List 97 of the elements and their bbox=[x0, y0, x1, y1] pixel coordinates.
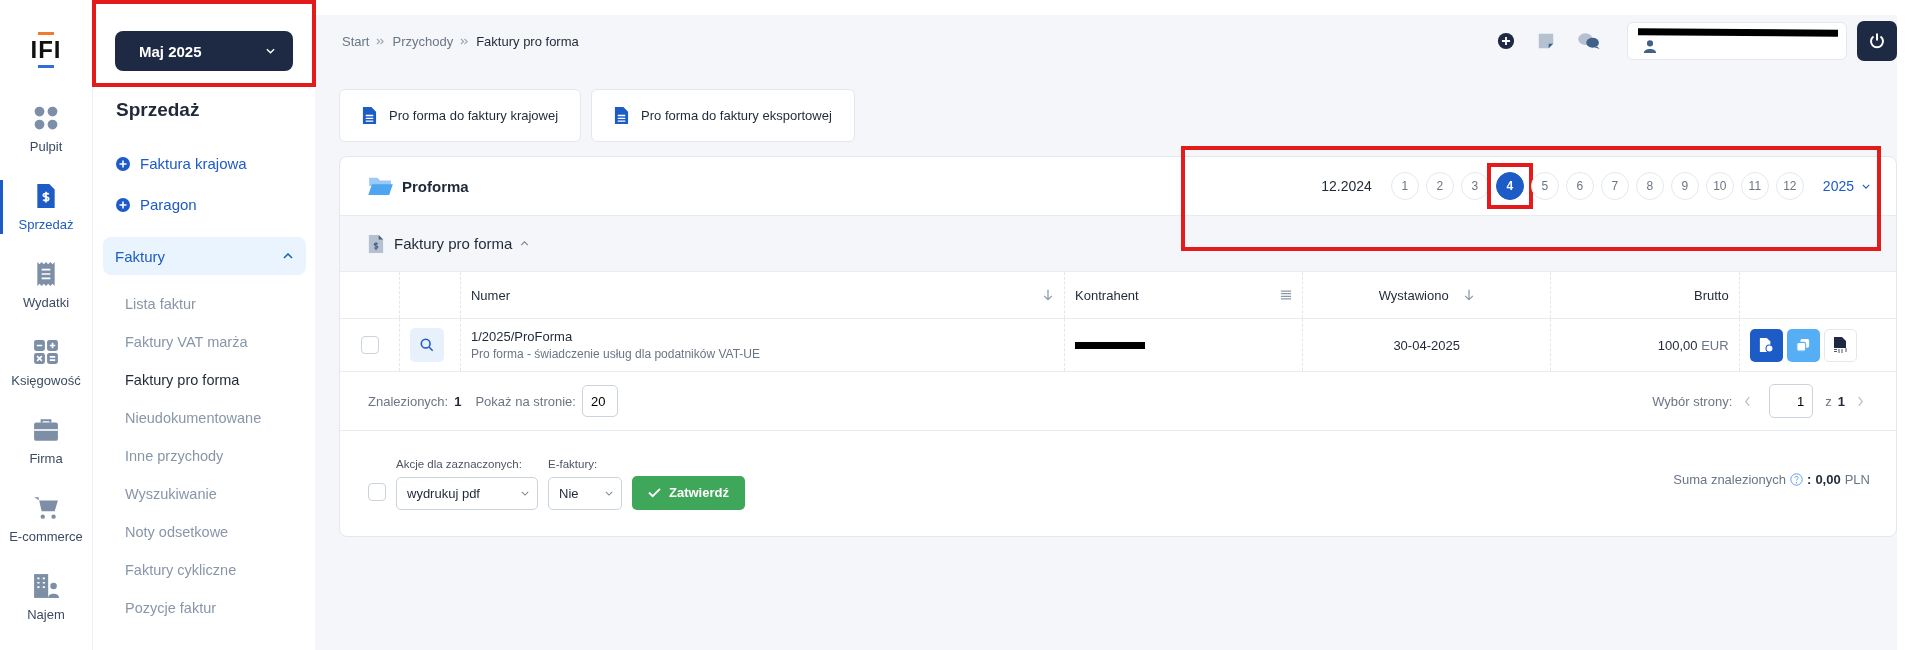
year-dropdown[interactable]: 2025 bbox=[1822, 178, 1870, 194]
power-icon bbox=[1867, 31, 1887, 51]
row-checkbox[interactable] bbox=[360, 336, 379, 354]
dots-icon bbox=[33, 104, 59, 131]
cart-icon bbox=[33, 494, 59, 521]
plus-circle-icon bbox=[116, 197, 130, 212]
chevron-icon bbox=[283, 253, 293, 259]
document-add-icon bbox=[1759, 337, 1774, 353]
chevron-down-icon bbox=[521, 490, 529, 496]
submenu-item[interactable]: Faktury pro forma bbox=[93, 361, 315, 399]
rail-item[interactable]: Sprzedaż bbox=[0, 168, 92, 246]
month-button[interactable]: 2 bbox=[1425, 172, 1454, 200]
new-document-button[interactable]: Pro forma do faktury krajowej bbox=[339, 89, 582, 142]
e-invoice-select[interactable]: Nie bbox=[548, 476, 622, 510]
breadcrumb-link[interactable]: Start bbox=[342, 33, 370, 49]
column-header[interactable]: Brutto bbox=[1551, 272, 1740, 319]
sum-separator: : bbox=[1807, 472, 1812, 487]
found-label: Znalezionych: bbox=[368, 393, 449, 409]
pdf-file-icon bbox=[1832, 336, 1849, 354]
briefcase-icon bbox=[33, 416, 59, 443]
column-header[interactable]: Numer bbox=[460, 272, 1065, 319]
help-chat-icon[interactable] bbox=[1577, 32, 1601, 50]
breadcrumb-link[interactable]: Faktury pro forma bbox=[476, 33, 579, 49]
page-label: Wybór strony: bbox=[1652, 393, 1733, 409]
column-header[interactable]: Kontrahent bbox=[1064, 272, 1303, 319]
currency: EUR bbox=[1701, 337, 1729, 353]
check-icon bbox=[648, 487, 661, 498]
section-toggle[interactable]: Faktury pro forma bbox=[394, 235, 530, 252]
found-count: 1 bbox=[454, 393, 462, 409]
chevron-icon bbox=[520, 241, 530, 246]
field-label: Akcje dla zaznaczonych: bbox=[396, 457, 523, 470]
invoice-icon bbox=[368, 232, 384, 255]
month-button[interactable]: 3 bbox=[1460, 172, 1489, 200]
rail-item[interactable]: Najem bbox=[0, 558, 92, 636]
month-button[interactable]: 1 bbox=[1390, 172, 1419, 200]
panel-title: Proforma bbox=[402, 177, 469, 195]
rail-item[interactable]: Wydatki bbox=[0, 246, 92, 324]
sum-label: Suma znalezionych bbox=[1673, 472, 1787, 487]
logout-button[interactable] bbox=[1857, 21, 1897, 61]
chevron-down-icon bbox=[605, 490, 613, 496]
add-link[interactable]: Faktura krajowa bbox=[93, 143, 315, 184]
plus-circle-icon bbox=[116, 156, 130, 171]
month-button[interactable]: 10 bbox=[1705, 172, 1734, 200]
field-label: E-faktury: bbox=[548, 457, 599, 470]
copy-icon bbox=[1796, 338, 1811, 352]
add-link[interactable]: Paragon bbox=[93, 184, 315, 225]
period-dropdown[interactable]: Maj 2025 bbox=[115, 31, 293, 71]
month-button[interactable]: 12 bbox=[1775, 172, 1804, 200]
preview-button[interactable] bbox=[410, 328, 445, 362]
breadcrumb-separator-icon bbox=[460, 36, 470, 46]
month-button[interactable]: 6 bbox=[1565, 172, 1594, 200]
per-page-label: Pokaż na stronie: bbox=[475, 393, 576, 409]
breadcrumb-link[interactable]: Przychody bbox=[392, 33, 454, 49]
new-document-button[interactable]: Pro forma do faktury eksportowej bbox=[591, 89, 855, 142]
menu-group[interactable]: Faktury bbox=[103, 237, 306, 275]
user-menu[interactable] bbox=[1627, 22, 1847, 60]
logo[interactable]: IFI bbox=[30, 32, 62, 68]
pdf-button[interactable] bbox=[1823, 328, 1857, 362]
table-cell: 30-04-2025 bbox=[1302, 318, 1551, 372]
chevron-down-icon bbox=[266, 48, 275, 54]
section-title: Sprzedaż bbox=[116, 99, 201, 121]
invoice-description: Pro forma - świadczenie usług dla podatników VAT-UE bbox=[471, 347, 761, 361]
add-icon[interactable] bbox=[1497, 32, 1515, 50]
convert-button[interactable] bbox=[1749, 328, 1783, 362]
search-icon bbox=[420, 338, 435, 352]
breadcrumb-separator-icon bbox=[376, 36, 386, 46]
chevron-down-icon bbox=[1862, 183, 1870, 189]
month-button[interactable]: 9 bbox=[1670, 172, 1699, 200]
month-button[interactable]: 11 bbox=[1740, 172, 1769, 200]
month-button[interactable]: 7 bbox=[1600, 172, 1629, 200]
action-select[interactable]: wydrukuj pdf bbox=[396, 476, 538, 510]
select-all-checkbox[interactable] bbox=[368, 482, 386, 501]
per-page-field[interactable]: 20 bbox=[581, 385, 618, 417]
previous-period-link[interactable]: 12.2024 bbox=[1321, 178, 1372, 194]
list-icon bbox=[1279, 289, 1292, 301]
folder-icon bbox=[368, 176, 394, 196]
sort-arrow-icon bbox=[1042, 289, 1055, 301]
rail-item[interactable]: Księgowość bbox=[0, 324, 92, 402]
rail-item[interactable]: Firma bbox=[0, 402, 92, 480]
sum-value: 0,00 bbox=[1815, 472, 1841, 487]
page-count: 1 bbox=[1837, 393, 1845, 409]
document-icon bbox=[614, 106, 630, 125]
month-button[interactable]: 8 bbox=[1635, 172, 1664, 200]
sort-arrow-icon bbox=[1462, 289, 1475, 301]
calculator-icon bbox=[33, 338, 59, 365]
building-person-icon bbox=[33, 572, 59, 599]
rail-item[interactable]: Pulpit bbox=[0, 90, 92, 168]
column-header[interactable]: Wystawiono bbox=[1302, 272, 1551, 319]
sum-currency: PLN bbox=[1844, 472, 1870, 487]
document-icon bbox=[362, 106, 377, 125]
page-field[interactable]: 1 bbox=[1769, 384, 1814, 418]
user-icon bbox=[1643, 39, 1657, 53]
rail-item[interactable]: E-commerce bbox=[0, 480, 92, 558]
amount: 100,00 bbox=[1657, 337, 1698, 353]
month-button[interactable]: 4 bbox=[1495, 172, 1524, 200]
of-label: z bbox=[1825, 393, 1832, 409]
invoice-number: 1/2025/ProForma bbox=[471, 329, 574, 344]
